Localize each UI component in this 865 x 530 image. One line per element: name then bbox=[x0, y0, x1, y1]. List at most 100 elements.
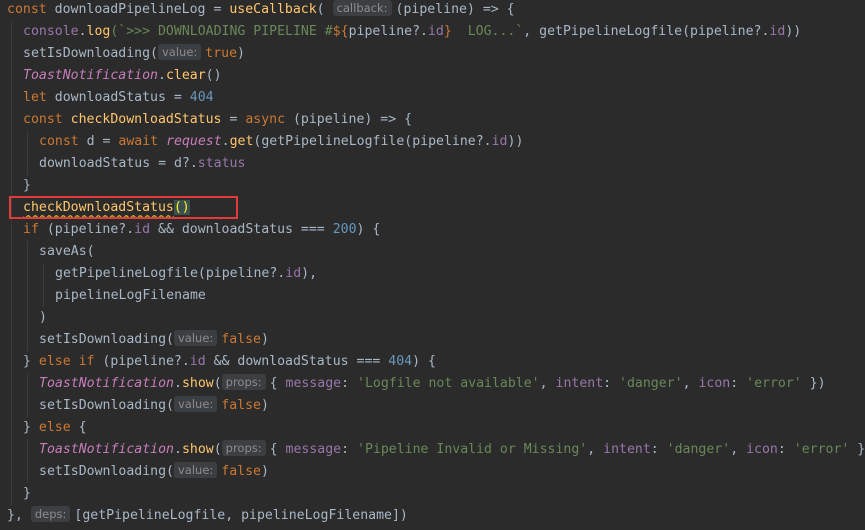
indent-guide bbox=[27, 241, 28, 351]
code-line[interactable]: const downloadPipelineLog = useCallback(… bbox=[7, 0, 515, 21]
indent-guide bbox=[27, 131, 28, 175]
code-token: intent bbox=[603, 442, 651, 457]
parameter-hint: value: bbox=[173, 396, 218, 412]
code-token: const bbox=[23, 112, 71, 127]
code-token: ( bbox=[316, 2, 333, 17]
code-token: await bbox=[118, 134, 167, 149]
indent-guide bbox=[11, 21, 12, 505]
code-token: ) bbox=[39, 310, 47, 325]
code-line[interactable]: ) bbox=[39, 307, 47, 329]
code-token: message bbox=[285, 376, 342, 391]
code-token: console bbox=[23, 24, 79, 39]
code-token: id bbox=[189, 354, 206, 369]
code-token: icon bbox=[698, 376, 731, 391]
code-token: show bbox=[181, 376, 214, 391]
code-token: [getPipelineLogfile, pipelineLogFilename… bbox=[74, 508, 408, 523]
code-line[interactable]: const d = await request.get(getPipelineL… bbox=[39, 131, 523, 153]
code-token: = bbox=[205, 2, 230, 17]
indent-guide bbox=[27, 373, 28, 417]
code-token: = bbox=[221, 112, 246, 127]
highlight-annotation-box bbox=[9, 196, 238, 219]
code-token: (pipeline) => { bbox=[395, 2, 515, 17]
code-line[interactable]: }, deps: [getPipelineLogfile, pipelineLog… bbox=[7, 505, 408, 527]
code-token: id bbox=[491, 134, 508, 149]
code-token: ( bbox=[213, 376, 222, 391]
code-token: : bbox=[603, 376, 620, 391]
code-token: } bbox=[23, 354, 39, 369]
code-line[interactable]: pipelineLogFilename bbox=[55, 285, 206, 307]
code-token: ToastNotification bbox=[39, 376, 174, 391]
code-token: (pipeline?. bbox=[102, 354, 190, 369]
parameter-hint: value: bbox=[173, 462, 218, 478]
code-line[interactable]: setIsDownloading(value: false) bbox=[39, 461, 269, 483]
code-token: } bbox=[23, 486, 31, 501]
code-token: true bbox=[205, 46, 238, 61]
code-token: setIsDownloading( bbox=[39, 332, 174, 347]
code-token: { bbox=[269, 442, 286, 457]
code-editor[interactable]: const downloadPipelineLog = useCallback(… bbox=[0, 0, 865, 530]
code-line[interactable]: } bbox=[23, 175, 31, 197]
indent-guide bbox=[27, 439, 28, 483]
parameter-hint: props: bbox=[221, 440, 266, 456]
code-line[interactable]: setIsDownloading(value: false) bbox=[39, 395, 269, 417]
code-token: else bbox=[38, 420, 79, 435]
code-line[interactable]: } else { bbox=[23, 417, 87, 439]
code-token: 'danger' bbox=[666, 442, 731, 457]
code-token: 'error' bbox=[793, 442, 850, 457]
code-token: setIsDownloading( bbox=[39, 464, 174, 479]
code-token: { bbox=[78, 420, 87, 435]
code-token: = d?. bbox=[150, 156, 198, 171]
code-token: downloadStatus bbox=[39, 156, 151, 171]
code-token: ToastNotification bbox=[39, 442, 174, 457]
code-line[interactable]: downloadStatus = d?.status bbox=[39, 153, 245, 175]
code-token: false bbox=[221, 464, 261, 479]
code-token: get bbox=[229, 134, 254, 149]
code-token: (pipeline) => { bbox=[292, 112, 413, 127]
code-token: id bbox=[134, 222, 151, 237]
code-token: pipelineLogFilename bbox=[55, 288, 206, 303]
code-token: ${ bbox=[332, 24, 349, 39]
code-line[interactable]: if (pipeline?.id && downloadStatus === 2… bbox=[23, 219, 380, 241]
code-line[interactable]: ToastNotification.clear() bbox=[23, 65, 222, 87]
code-token: = bbox=[94, 134, 119, 149]
code-line[interactable]: const checkDownloadStatus = async (pipel… bbox=[23, 109, 412, 131]
code-token: ) bbox=[260, 332, 269, 347]
code-token: ToastNotification bbox=[23, 68, 158, 83]
code-token: useCallback bbox=[229, 2, 317, 17]
code-line[interactable]: ToastNotification.show(props:{ message: … bbox=[39, 373, 826, 395]
code-token: } bbox=[23, 420, 39, 435]
code-token: , bbox=[682, 376, 699, 391]
code-token: 200 bbox=[332, 222, 357, 237]
code-token: 404 bbox=[189, 90, 214, 105]
code-line[interactable]: getPipelineLogfile(pipeline?.id), bbox=[55, 263, 317, 285]
code-token: }, bbox=[7, 508, 31, 523]
code-line[interactable]: setIsDownloading(value: true) bbox=[23, 43, 245, 65]
code-token: 'Pipeline Invalid or Missing' bbox=[357, 442, 588, 457]
code-token: saveAs( bbox=[39, 244, 95, 259]
code-line[interactable]: setIsDownloading(value: false) bbox=[39, 329, 269, 351]
code-token: . bbox=[173, 376, 182, 391]
code-line[interactable]: let downloadStatus = 404 bbox=[23, 87, 214, 109]
code-token: . bbox=[78, 24, 87, 39]
code-token: }) bbox=[857, 442, 865, 457]
code-token: checkDownloadStatus bbox=[70, 112, 222, 127]
code-token: status bbox=[197, 156, 246, 171]
code-token: downloadPipelineLog bbox=[54, 2, 206, 17]
parameter-hint: value: bbox=[173, 330, 218, 346]
code-token: . bbox=[221, 134, 230, 149]
code-token: )) bbox=[785, 24, 802, 39]
code-token: message bbox=[285, 442, 342, 457]
code-token: LOG...` bbox=[451, 24, 524, 39]
code-token: show bbox=[181, 442, 214, 457]
code-line[interactable]: } else if (pipeline?.id && downloadStatu… bbox=[23, 351, 436, 373]
code-token: ), bbox=[301, 266, 318, 281]
code-line[interactable]: ToastNotification.show(props:{ message: … bbox=[39, 439, 865, 461]
code-token: . bbox=[173, 442, 182, 457]
code-token: d bbox=[86, 134, 95, 149]
code-token: intent bbox=[555, 376, 604, 391]
code-line[interactable]: saveAs( bbox=[39, 241, 95, 263]
code-token: , bbox=[587, 442, 604, 457]
code-line[interactable]: console.log(`>>> DOWNLOADING PIPELINE #$… bbox=[23, 21, 801, 43]
code-line[interactable]: } bbox=[23, 483, 31, 505]
code-token: icon bbox=[746, 442, 778, 457]
